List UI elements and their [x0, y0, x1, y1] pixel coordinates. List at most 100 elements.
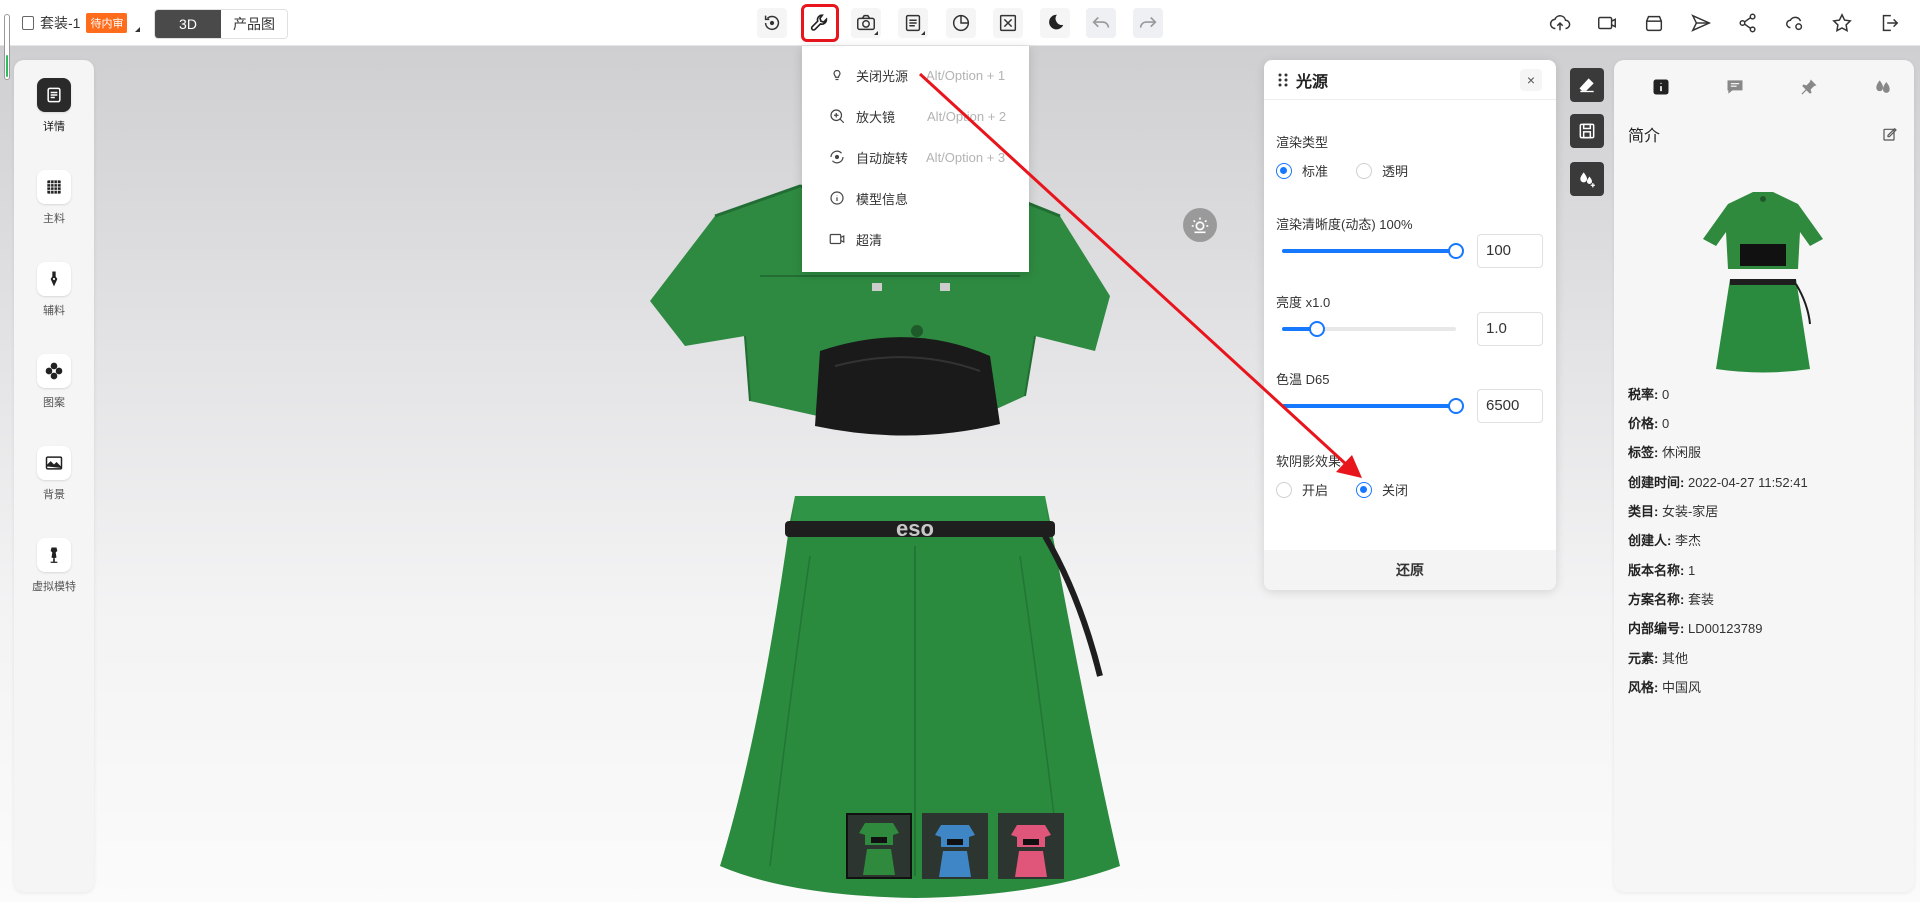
undo-icon — [1092, 16, 1110, 28]
radio-render-transparent[interactable]: 透明 — [1356, 161, 1408, 180]
clarity-slider[interactable] — [1282, 243, 1464, 259]
radio-label: 关闭 — [1382, 483, 1409, 498]
night-mode-button[interactable] — [1040, 8, 1070, 38]
scan-button[interactable] — [1639, 8, 1669, 38]
garment-thumbnail — [935, 825, 975, 877]
tab-info[interactable] — [1648, 74, 1674, 100]
document-icon — [22, 16, 34, 30]
info-square-icon — [1653, 79, 1669, 95]
radio-render-standard[interactable]: 标准 — [1276, 161, 1328, 180]
sidebar-item-pattern[interactable]: 图案 — [14, 354, 94, 410]
screenshot-button[interactable] — [851, 8, 881, 38]
radio-shadow-on[interactable]: 开启 — [1276, 480, 1328, 499]
variant-swatch-green[interactable] — [846, 813, 912, 879]
redo-button[interactable] — [1133, 8, 1163, 38]
cloud-upload-button[interactable] — [1545, 8, 1575, 38]
field-value: 女装-家居 — [1661, 504, 1719, 519]
exit-button[interactable] — [1874, 8, 1904, 38]
tab-3d[interactable]: 3D — [155, 10, 221, 38]
field-value: 休闲服 — [1661, 445, 1701, 460]
star-icon — [1832, 13, 1852, 33]
sidebar-item-main-fabric[interactable]: 主料 — [14, 170, 94, 226]
menu-item-close-light[interactable]: 关闭光源 Alt/Option + 1 — [828, 64, 1005, 86]
send-button[interactable] — [1686, 8, 1716, 38]
document-title[interactable]: 套装-1 待内审 — [22, 11, 141, 35]
scroll-indicator — [4, 14, 10, 80]
redo-icon — [1139, 16, 1157, 28]
menu-item-magnifier[interactable]: 放大镜 Alt/Option + 2 — [828, 105, 1006, 127]
sidebar-item-detail[interactable]: 详情 — [14, 78, 94, 134]
sidebar-item-label: 辅料 — [43, 305, 65, 317]
info-field-version: 版本名称: 1 — [1628, 560, 1695, 579]
slider-knob[interactable] — [1308, 321, 1325, 337]
variant-swatch-blue[interactable] — [922, 813, 988, 879]
menu-item-hd[interactable]: 超清 — [828, 228, 882, 250]
color-temp-input[interactable]: 6500 — [1477, 389, 1543, 423]
reset-view-icon — [764, 15, 780, 31]
field-key: 创建时间: — [1628, 475, 1685, 490]
favorite-button[interactable] — [1827, 8, 1857, 38]
tab-pin[interactable] — [1796, 74, 1822, 100]
menu-item-shortcut: Alt/Option + 2 — [927, 108, 1007, 124]
send-icon — [1691, 14, 1712, 32]
svg-text:eso: eso — [896, 516, 934, 541]
field-key: 创建人: — [1628, 533, 1672, 548]
fullscreen-button[interactable] — [993, 8, 1023, 38]
document-button[interactable] — [898, 8, 928, 38]
reset-view-button[interactable] — [757, 8, 787, 38]
sidebar-item-label: 图案 — [43, 397, 65, 409]
sidebar-item-label: 虚拟模特 — [32, 581, 76, 593]
save-tool-button[interactable] — [1570, 114, 1604, 148]
light-toggle-button[interactable] — [1183, 208, 1217, 242]
slider-fill — [1282, 404, 1456, 408]
field-key: 方案名称: — [1628, 592, 1685, 607]
panel-close-button[interactable]: × — [1520, 69, 1542, 91]
menu-item-auto-rotate[interactable]: 自动旋转 Alt/Option + 3 — [828, 146, 1005, 168]
cloud-settings-icon — [1786, 16, 1803, 31]
slider-knob[interactable] — [1448, 243, 1464, 259]
panel-header[interactable]: 光源 — [1264, 60, 1556, 100]
tools-button[interactable] — [801, 4, 839, 42]
detail-icon — [47, 87, 61, 103]
info-field-tag: 标签: 休闲服 — [1628, 442, 1701, 461]
tab-colors[interactable] — [1870, 74, 1896, 100]
info-field-created-time: 创建时间: 2022-04-27 11:52:41 — [1628, 472, 1808, 491]
garment-thumbnail — [1011, 825, 1051, 877]
menu-item-shortcut: Alt/Option + 1 — [926, 67, 1006, 83]
sidebar-item-label: 详情 — [43, 121, 65, 133]
brightness-slider[interactable] — [1282, 321, 1456, 337]
share-button[interactable] — [1733, 8, 1763, 38]
reset-button[interactable]: 还原 — [1264, 550, 1556, 590]
sidebar-item-background[interactable]: 背景 — [14, 446, 94, 502]
chart-button[interactable] — [946, 8, 976, 38]
tab-product-image[interactable]: 产品图 — [221, 10, 287, 38]
color-temp-slider[interactable] — [1282, 398, 1464, 414]
menu-item-label: 放大镜 — [856, 109, 896, 125]
field-value: LD00123789 — [1687, 621, 1763, 636]
grid-fabric-icon — [47, 180, 61, 194]
brightness-input[interactable]: 1.0 — [1477, 312, 1543, 346]
info-field-tax: 税率: 0 — [1628, 384, 1669, 403]
color-temp-label: 色温 D65 — [1276, 372, 1330, 387]
eraser-tool-button[interactable] — [1570, 68, 1604, 102]
slider-knob[interactable] — [1448, 398, 1464, 414]
drag-handle-icon[interactable] — [1278, 73, 1288, 87]
field-value: 套装 — [1687, 592, 1714, 607]
pattern-icon — [45, 362, 63, 380]
sidebar-item-virtual-model[interactable]: 虚拟模特 — [14, 538, 94, 594]
color-drops-add-button[interactable] — [1570, 162, 1604, 196]
clarity-input[interactable]: 100 — [1477, 234, 1543, 268]
video-icon — [1598, 16, 1616, 30]
menu-item-model-info[interactable]: 模型信息 — [828, 187, 908, 209]
field-value: 2022-04-27 11:52:41 — [1687, 475, 1808, 490]
edit-icon[interactable] — [1882, 126, 1898, 142]
sidebar-item-accessory[interactable]: 辅料 — [14, 262, 94, 318]
radio-shadow-off[interactable]: 关闭 — [1356, 480, 1408, 499]
undo-button[interactable] — [1086, 8, 1116, 38]
variant-swatch-pink[interactable] — [998, 813, 1064, 879]
tab-comments[interactable] — [1722, 74, 1748, 100]
info-field-element: 元素: 其他 — [1628, 648, 1688, 667]
cloud-settings-button[interactable] — [1780, 8, 1810, 38]
video-button[interactable] — [1592, 8, 1622, 38]
garment-3d-model[interactable]: eso — [640, 176, 1190, 906]
